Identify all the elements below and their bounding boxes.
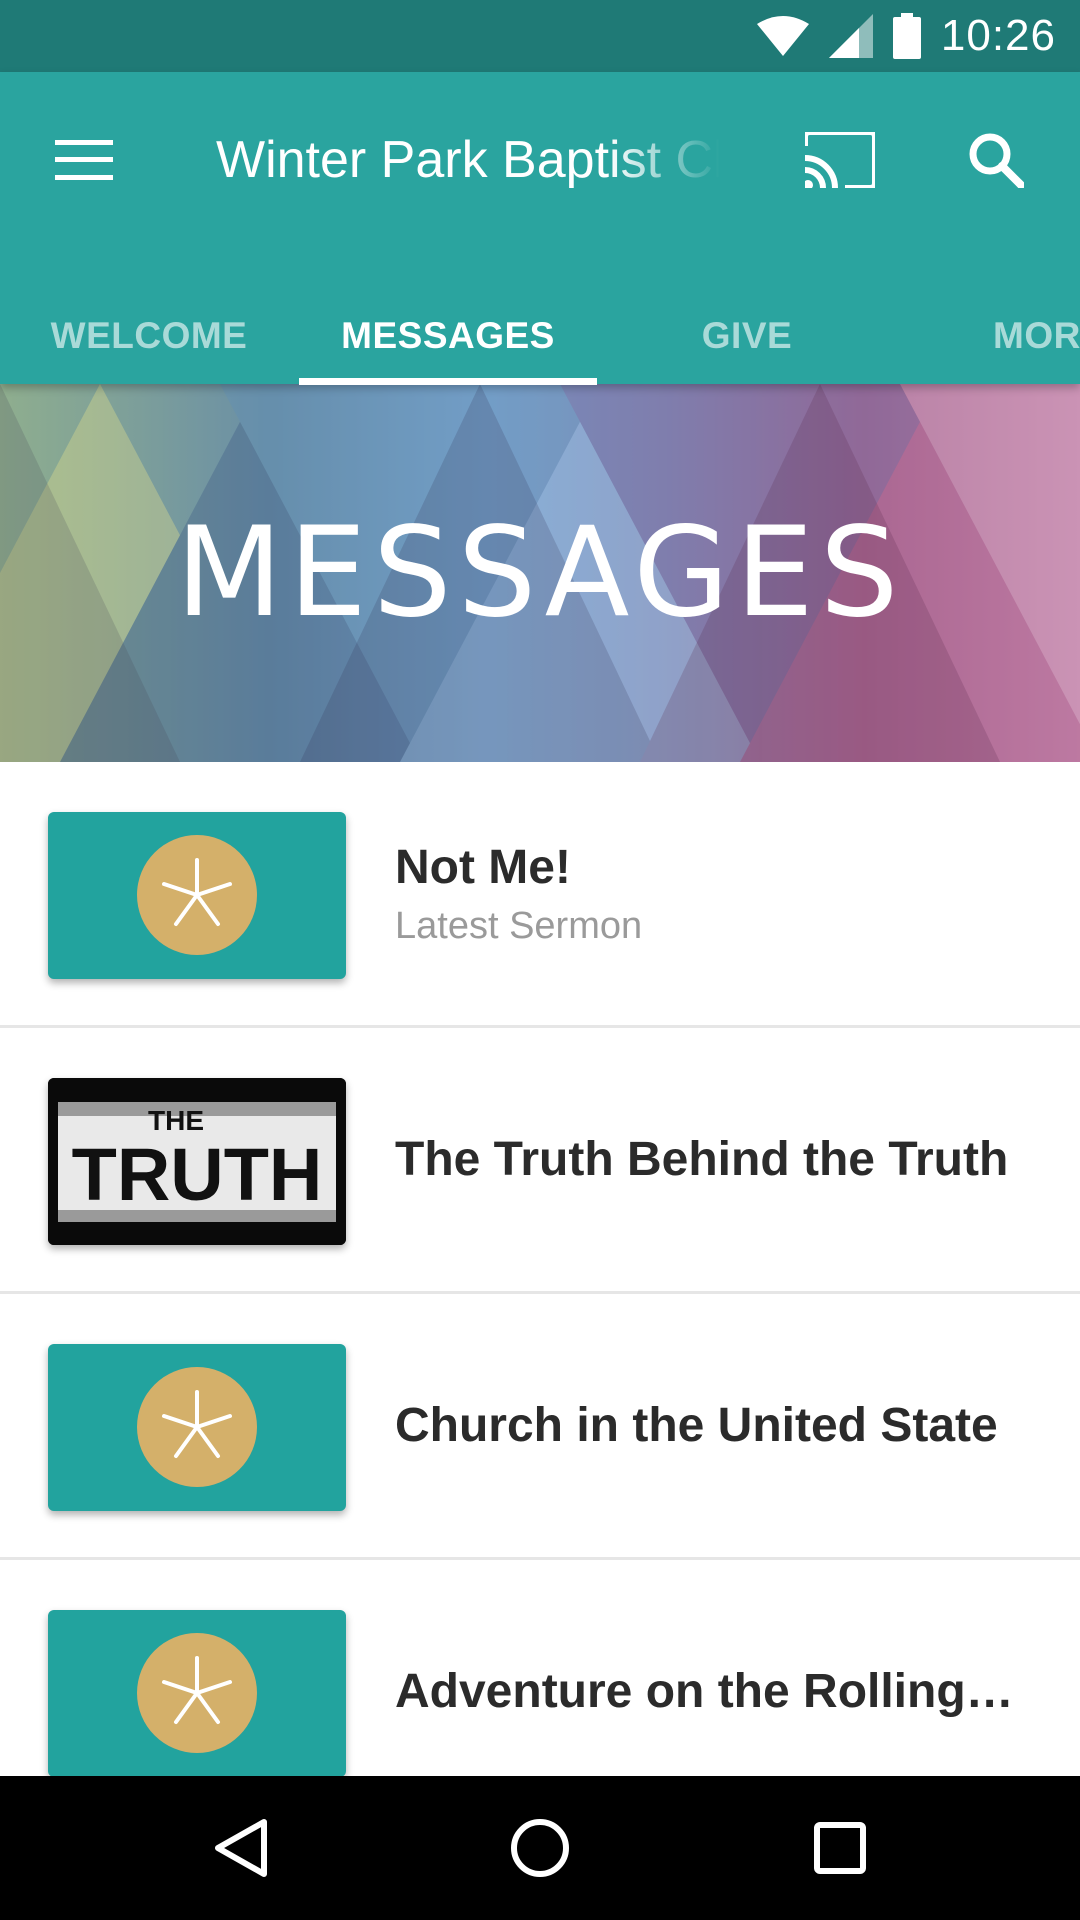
message-item[interactable]: Church in the United State [0,1294,1080,1560]
menu-icon [55,140,113,180]
message-text: Church in the United State [395,1294,1045,1557]
home-icon [511,1819,569,1877]
hero-title: MESSAGES [175,501,905,645]
recents-icon [814,1822,866,1874]
sand-dollar-icon [137,1633,257,1753]
toolbar: Winter Park Baptist Church [0,72,1080,240]
back-button[interactable] [200,1808,280,1888]
app-bar: Winter Park Baptist Church WELCOME MESSA… [0,72,1080,385]
app-title: Winter Park Baptist Church [216,131,720,189]
message-thumbnail [48,1610,346,1777]
truth-big-text: TRUTH [72,1133,323,1216]
signal-icon [828,14,873,58]
message-thumbnail [48,812,346,979]
message-item[interactable]: Not Me! Latest Sermon [0,762,1080,1028]
tab-give[interactable]: GIVE [598,288,896,384]
navigation-bar [0,1776,1080,1920]
back-icon [215,1819,267,1877]
sand-dollar-icon [137,1367,257,1487]
status-time: 10:26 [940,11,1056,60]
hero-banner: MESSAGES [0,384,1080,762]
tab-messages[interactable]: MESSAGES [299,288,597,384]
message-thumbnail: THE TRUTH [48,1078,346,1245]
status-bar: 10:26 [0,0,1080,72]
message-subtitle: Latest Sermon [395,904,643,947]
search-icon [969,133,1024,188]
message-title: Church in the United State [395,1399,998,1452]
message-item[interactable]: THE TRUTH The Truth Behind the Truth [0,1028,1080,1294]
messages-list: Not Me! Latest Sermon THE TRUTH The Trut… [0,762,1080,1826]
message-text: The Truth Behind the Truth [395,1028,1045,1291]
sand-dollar-icon [137,835,257,955]
tab-bar: WELCOME MESSAGES GIVE MORE [0,288,1080,384]
cast-button[interactable] [796,116,884,204]
message-title: Adventure on the Rolling… [395,1665,1014,1718]
status-icons: 10:26 [756,0,1056,72]
message-title: Not Me! [395,840,571,894]
tab-more[interactable]: MORE [960,288,1080,384]
truth-small-text: THE [148,1105,204,1136]
search-button[interactable] [952,116,1040,204]
message-thumbnail [48,1344,346,1511]
active-tab-indicator [299,378,597,385]
menu-button[interactable] [40,116,128,204]
tab-welcome[interactable]: WELCOME [0,288,298,384]
recents-button[interactable] [800,1808,880,1888]
the-truth-artwork: THE TRUTH [48,1078,346,1245]
message-text: Not Me! Latest Sermon [395,762,1045,1025]
message-title: The Truth Behind the Truth [395,1133,1009,1186]
wifi-icon [756,16,809,56]
home-button[interactable] [500,1808,580,1888]
cast-icon [805,132,875,188]
battery-icon [892,13,921,59]
